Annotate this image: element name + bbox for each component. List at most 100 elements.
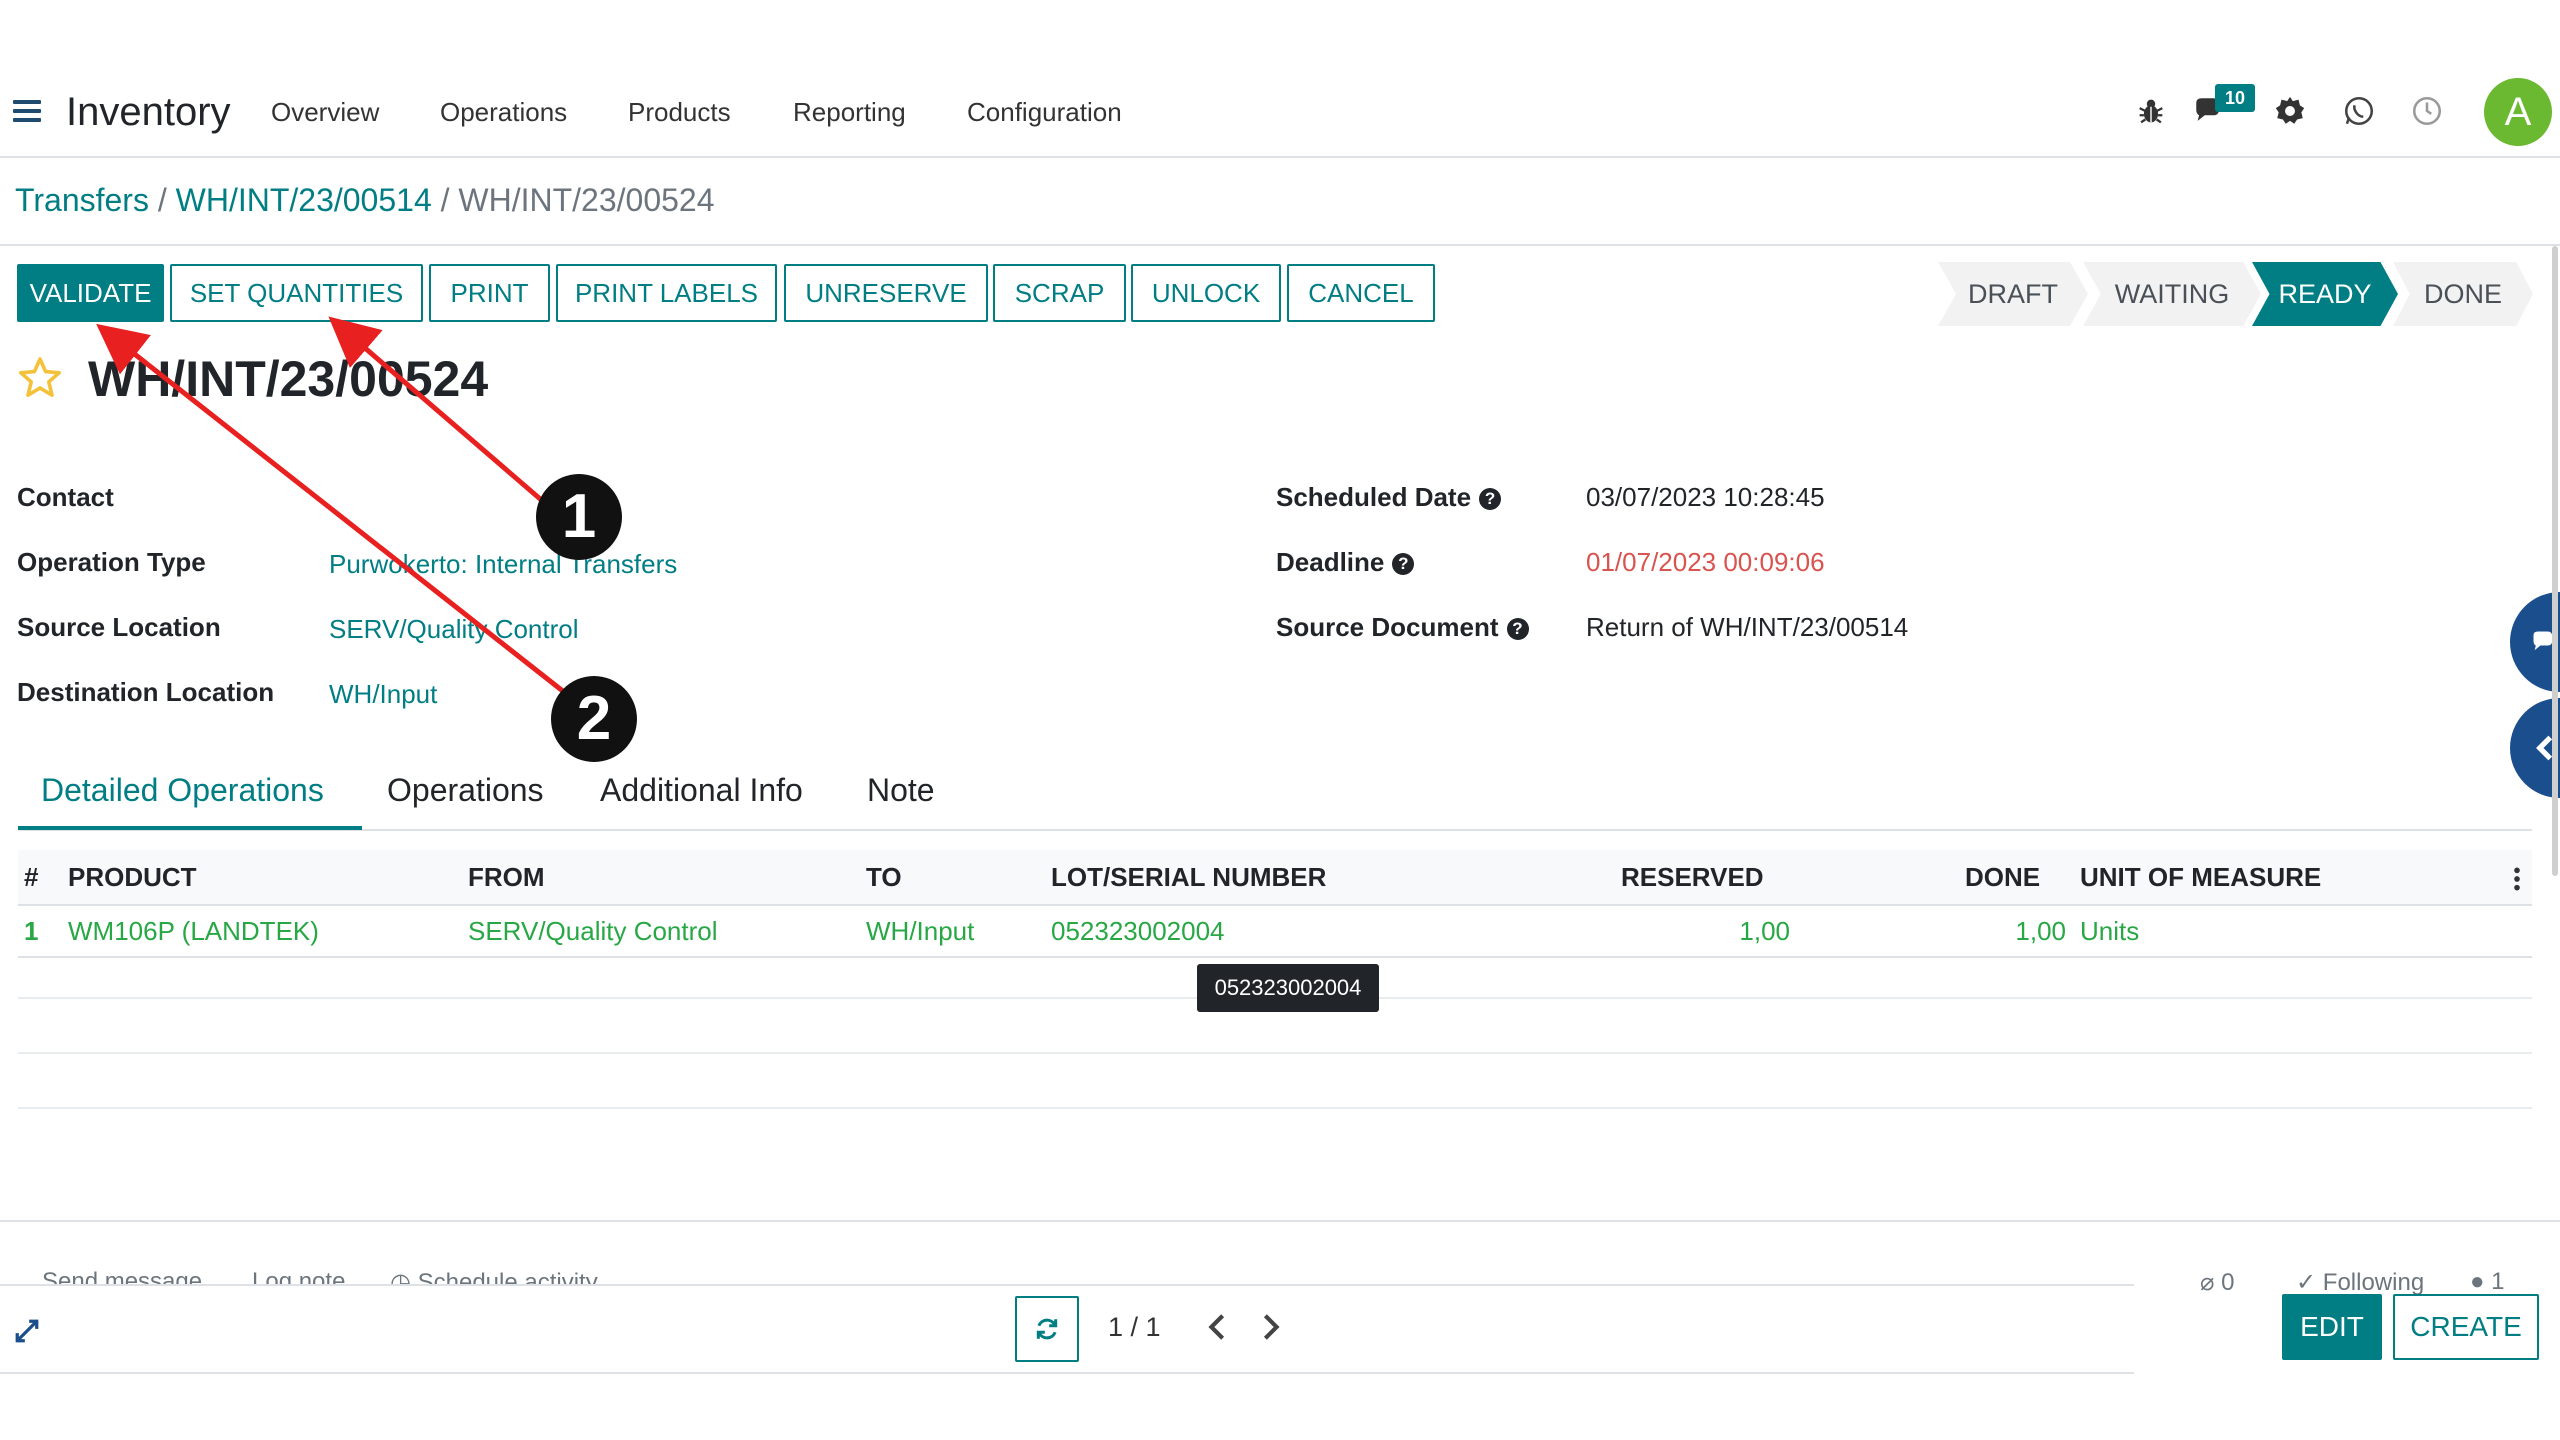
print-button[interactable]: PRINT xyxy=(429,264,550,322)
edit-button[interactable]: EDIT xyxy=(2282,1294,2382,1360)
next-icon[interactable] xyxy=(1258,1312,1284,1342)
cancel-button[interactable]: CANCEL xyxy=(1287,264,1435,322)
row-index: 1 xyxy=(24,916,39,946)
column-unit-of-measure[interactable]: UNIT OF MEASURE xyxy=(2080,862,2321,893)
deadline-field[interactable]: 01/07/2023 00:09:06 xyxy=(1586,547,1825,578)
tab-operations[interactable]: Operations xyxy=(387,772,544,809)
lot-tooltip: 052323002004 xyxy=(1197,964,1379,1012)
help-icon[interactable]: ? xyxy=(1479,488,1502,510)
row-from[interactable]: SERV/Quality Control xyxy=(468,916,718,947)
paperclip-icon: ⌀ xyxy=(2200,1269,2222,1296)
breadcrumb-parent-transfer[interactable]: WH/INT/23/00514 xyxy=(176,182,432,218)
nav-configuration[interactable]: Configuration xyxy=(967,97,1122,128)
record-title: WH/INT/23/00524 xyxy=(88,351,489,407)
annotation-marker-1: 1 xyxy=(536,474,622,560)
breadcrumb-current: WH/INT/23/00524 xyxy=(458,182,715,218)
stage-waiting[interactable]: WAITING xyxy=(2083,262,2261,326)
following-label: Following xyxy=(2322,1269,2425,1296)
scrollbar[interactable] xyxy=(2552,246,2558,876)
nav-products[interactable]: Products xyxy=(628,97,731,128)
column-lot-serial[interactable]: LOT/SERIAL NUMBER xyxy=(1051,862,1326,893)
user-icon: ● xyxy=(2470,1268,2492,1295)
active-tab-indicator xyxy=(18,826,362,830)
optional-columns-icon[interactable] xyxy=(2512,866,2522,892)
help-icon[interactable]: ? xyxy=(1392,553,1415,575)
unlock-button[interactable]: UNLOCK xyxy=(1131,264,1281,322)
followers-label: 1 xyxy=(2491,1268,2505,1295)
unreserve-button[interactable]: UNRESERVE xyxy=(784,264,988,322)
empty-row xyxy=(18,1052,2532,1054)
column-done[interactable]: DONE xyxy=(1965,862,2040,893)
refresh-icon xyxy=(1036,1318,1058,1340)
bug-icon[interactable] xyxy=(2134,94,2168,128)
deadline-label: Deadline? xyxy=(1276,547,1415,578)
menu-icon[interactable] xyxy=(13,100,41,122)
column-from[interactable]: FROM xyxy=(468,862,545,893)
divider xyxy=(0,1220,2560,1222)
attachments-count[interactable]: ⌀ 0 xyxy=(2200,1268,2234,1297)
destination-location-field[interactable]: WH/Input xyxy=(329,679,437,710)
breadcrumb-separator: / xyxy=(157,182,167,218)
source-document-label: Source Document? xyxy=(1276,612,1529,643)
create-button[interactable]: CREATE xyxy=(2393,1294,2539,1360)
star-icon[interactable] xyxy=(16,354,64,402)
empty-row xyxy=(18,1107,2532,1109)
gear-icon[interactable] xyxy=(2273,94,2307,128)
row-lot-serial[interactable]: 052323002004 xyxy=(1051,916,1225,947)
user-avatar[interactable]: A xyxy=(2484,78,2552,146)
column-product[interactable]: PRODUCT xyxy=(68,862,197,893)
column-reserved[interactable]: RESERVED xyxy=(1621,862,1764,893)
print-labels-button[interactable]: PRINT LABELS xyxy=(556,264,777,322)
row-unit-of-measure[interactable]: Units xyxy=(2080,916,2139,947)
refresh-button[interactable] xyxy=(1015,1296,1079,1362)
breadcrumb-transfers[interactable]: Transfers xyxy=(15,182,149,218)
source-document-label-text: Source Document xyxy=(1276,612,1499,642)
tabs-divider xyxy=(18,829,2532,831)
previous-icon[interactable] xyxy=(1204,1312,1230,1342)
followers-count[interactable]: ● 1 xyxy=(2470,1268,2505,1296)
attachments-label: 0 xyxy=(2221,1269,2235,1296)
tab-detailed-operations[interactable]: Detailed Operations xyxy=(41,772,324,809)
whatsapp-icon[interactable] xyxy=(2342,94,2376,128)
stage-done[interactable]: DONE xyxy=(2393,262,2533,326)
source-document-field[interactable]: Return of WH/INT/23/00514 xyxy=(1586,612,1908,643)
operation-type-label: Operation Type xyxy=(17,547,206,577)
top-navbar: Inventory Overview Operations Products R… xyxy=(0,60,2560,158)
scrap-button[interactable]: SCRAP xyxy=(993,264,1126,322)
scheduled-date-field[interactable]: 03/07/2023 10:28:45 xyxy=(1586,482,1825,513)
scheduled-date-label: Scheduled Date? xyxy=(1276,482,1502,513)
row-done[interactable]: 1,00 xyxy=(1960,916,2066,947)
row-product[interactable]: WM106P (LANDTEK) xyxy=(68,916,319,947)
validate-button[interactable]: VALIDATE xyxy=(17,264,164,322)
destination-location-label: Destination Location xyxy=(17,677,275,707)
set-quantities-button[interactable]: SET QUANTITIES xyxy=(170,264,423,322)
source-location-label: Source Location xyxy=(17,612,221,642)
messages-badge: 10 xyxy=(2215,84,2255,112)
nav-overview[interactable]: Overview xyxy=(271,97,379,128)
help-icon[interactable]: ? xyxy=(1506,618,1529,640)
tab-additional-info[interactable]: Additional Info xyxy=(600,772,803,809)
tab-note[interactable]: Note xyxy=(867,772,935,809)
column-to[interactable]: TO xyxy=(866,862,902,893)
row-reserved[interactable]: 1,00 xyxy=(1690,916,1790,947)
breadcrumb: Transfers / WH/INT/23/00514 / WH/INT/23/… xyxy=(15,182,715,219)
divider xyxy=(0,244,2560,246)
app-name[interactable]: Inventory xyxy=(66,90,231,135)
nav-operations[interactable]: Operations xyxy=(440,97,567,128)
check-icon: ✓ xyxy=(2296,1269,2323,1296)
deadline-label-text: Deadline xyxy=(1276,547,1385,577)
nav-reporting[interactable]: Reporting xyxy=(793,97,906,128)
source-location-field[interactable]: SERV/Quality Control xyxy=(329,614,579,645)
operation-type-field[interactable]: Purwokerto: Internal Transfers xyxy=(329,549,677,580)
breadcrumb-separator: / xyxy=(440,182,450,218)
expand-icon[interactable] xyxy=(14,1318,40,1344)
table-row[interactable] xyxy=(18,906,2532,958)
contact-label: Contact xyxy=(17,482,114,512)
clock-icon[interactable] xyxy=(2410,94,2444,128)
scheduled-date-label-text: Scheduled Date xyxy=(1276,482,1472,512)
stage-draft[interactable]: DRAFT xyxy=(1938,262,2088,326)
following-button[interactable]: ✓ Following xyxy=(2296,1268,2424,1297)
pager-value[interactable]: 1 / 1 xyxy=(1108,1312,1161,1343)
row-to[interactable]: WH/Input xyxy=(866,916,974,947)
stage-ready[interactable]: READY xyxy=(2252,262,2398,326)
